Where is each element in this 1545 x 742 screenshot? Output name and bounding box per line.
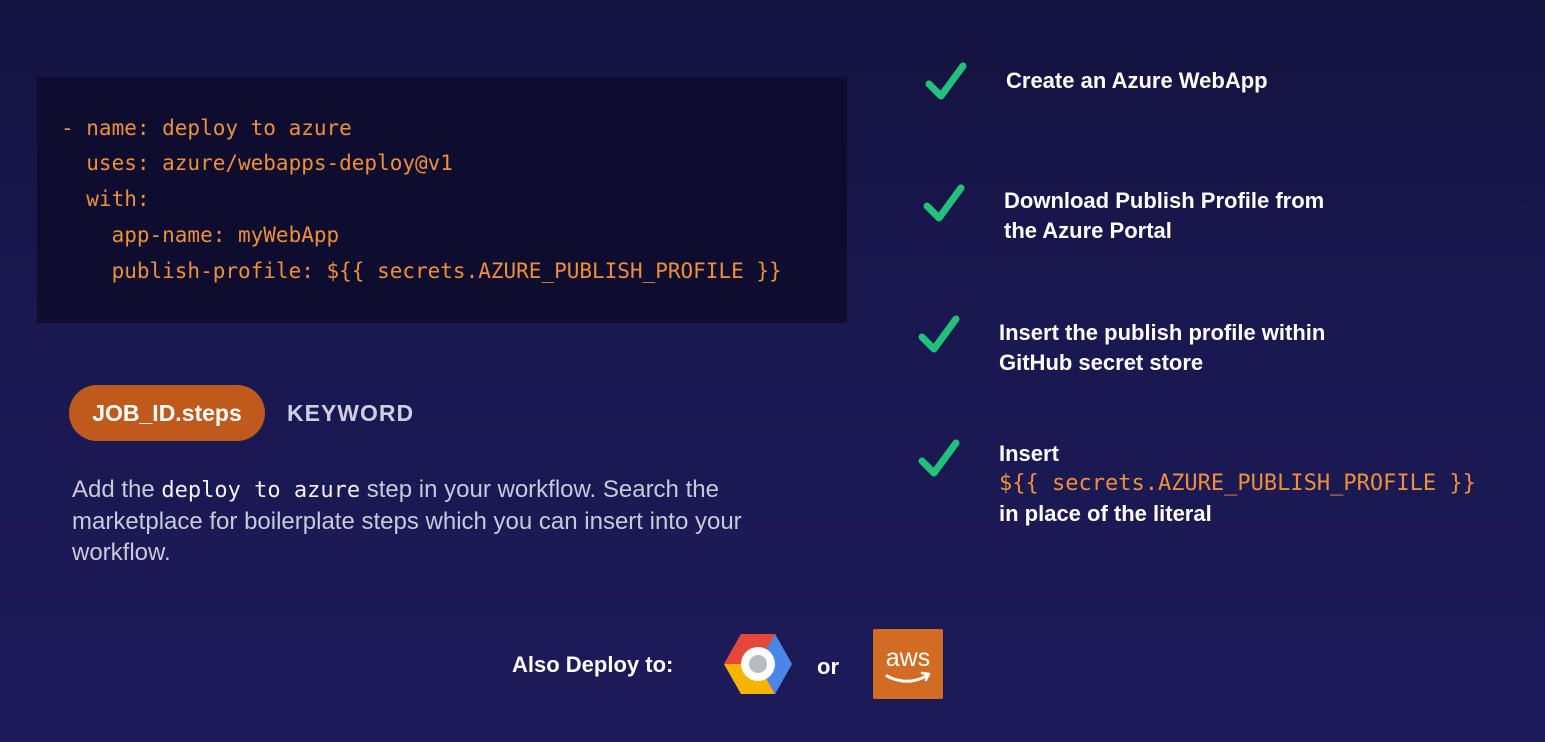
job-steps-pill: JOB_ID.steps xyxy=(69,385,265,441)
checklist-item-4-line1: Insert xyxy=(999,441,1059,466)
checklist-item-4: Insert ${{ secrets.AZURE_PUBLISH_PROFILE… xyxy=(999,439,1476,529)
keyword-label: KEYWORD xyxy=(287,400,415,426)
checklist-item-3-line1: Insert the publish profile within xyxy=(999,320,1326,345)
checklist-item-3: Insert the publish profile within GitHub… xyxy=(999,318,1325,378)
or-label: or xyxy=(817,654,839,679)
code-line-5: publish-profile: ${{ secrets.AZURE_PUBLI… xyxy=(61,259,782,283)
checkmark-icon xyxy=(918,315,960,353)
checkmark-icon xyxy=(918,439,960,477)
code-line-3: with: xyxy=(61,187,150,211)
checklist-item-1: Create an Azure WebApp xyxy=(1006,66,1268,96)
checklist-item-3-line2: GitHub secret store xyxy=(999,350,1204,375)
checklist-item-2: Download Publish Profile from the Azure … xyxy=(1004,186,1324,246)
code-line-4: app-name: myWebApp xyxy=(61,223,340,247)
code-line-1: - name: deploy to azure xyxy=(61,116,352,140)
description-code: deploy to azure xyxy=(161,478,361,503)
code-line-2: uses: azure/webapps-deploy@v1 xyxy=(61,151,453,175)
checkmark-icon xyxy=(925,62,967,100)
google-cloud-icon xyxy=(724,634,792,694)
aws-wordmark: aws xyxy=(886,644,930,672)
checklist-item-2-line2: the Azure Portal xyxy=(1004,218,1172,243)
aws-icon: aws xyxy=(873,629,943,699)
checklist-item-2-line1: Download Publish Profile from xyxy=(1004,188,1325,213)
checkmark-icon xyxy=(923,184,965,222)
checklist-item-1-line1: Create an Azure WebApp xyxy=(1006,68,1268,93)
aws-logo-mark: aws xyxy=(885,644,931,683)
checklist-item-4-code: ${{ secrets.AZURE_PUBLISH_PROFILE }} xyxy=(999,471,1476,496)
description-text: Add the deploy to azure step in your wor… xyxy=(72,474,832,568)
checklist-item-4-line3: in place of the literal xyxy=(999,501,1212,526)
also-deploy-label: Also Deploy to: xyxy=(512,652,674,677)
description-pre: Add the xyxy=(72,476,162,503)
code-snippet-panel: - name: deploy to azure uses: azure/weba… xyxy=(37,77,847,323)
